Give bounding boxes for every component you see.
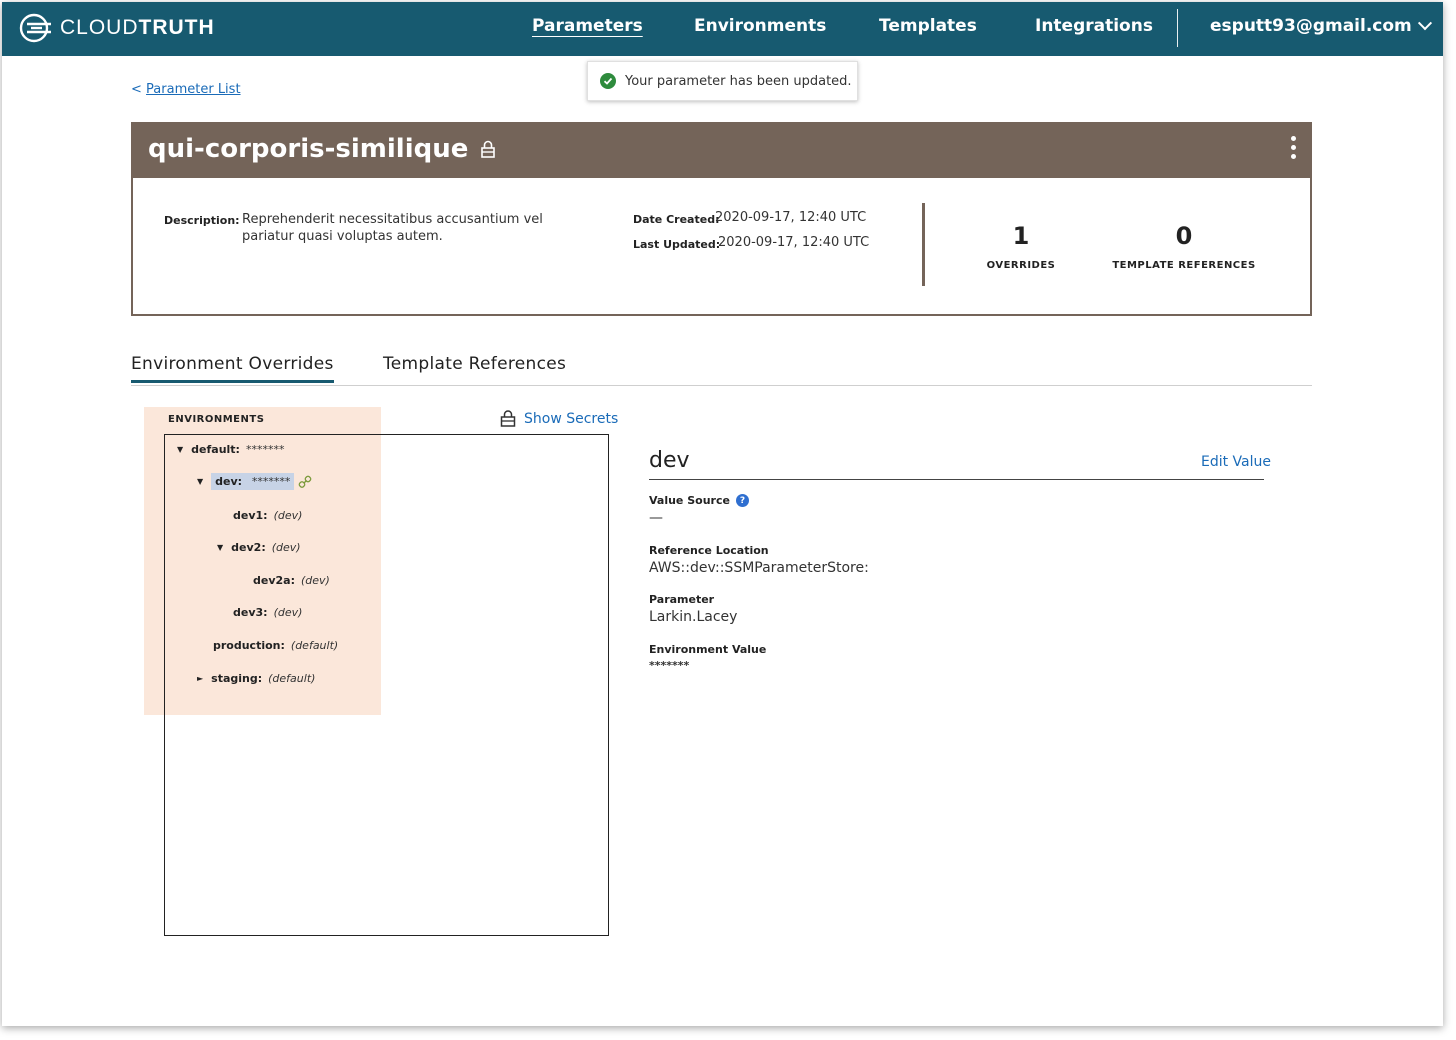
tree-item-dev1[interactable]: dev1: (dev) [233, 509, 302, 522]
selected-env-label: dev: ******* [211, 473, 295, 490]
link-icon [299, 475, 312, 488]
nav-integrations[interactable]: Integrations [1035, 16, 1153, 36]
caret-down-icon[interactable]: ▼ [217, 543, 223, 552]
logo[interactable]: CLOUDTRUTH [18, 10, 215, 46]
value-source-value: — [649, 510, 663, 526]
template-refs-count: 0 [1175, 222, 1193, 250]
toast-message: Your parameter has been updated. [625, 73, 852, 89]
tree-item-dev[interactable]: ▼ dev: ******* [197, 473, 312, 490]
logo-text: CLOUDTRUTH [60, 16, 215, 40]
tree-item-default[interactable]: ▼ default: ******* [177, 443, 284, 456]
env-name: dev1: [233, 509, 268, 522]
tree-item-dev3[interactable]: dev3: (dev) [233, 606, 302, 619]
env-value: (dev) [273, 509, 303, 522]
user-menu[interactable]: esputt93@gmail.com [1210, 16, 1432, 36]
breadcrumb: < Parameter List [131, 82, 241, 97]
parameter-name: qui-corporis-similique [148, 134, 469, 164]
more-options-icon[interactable] [1288, 136, 1298, 162]
caret-down-icon[interactable]: ▼ [197, 477, 203, 486]
description-label: Description: [164, 214, 240, 227]
value-source-label: Value Source ? [649, 494, 749, 507]
tree-item-dev2a[interactable]: dev2a: (dev) [253, 574, 330, 587]
env-name: dev: [215, 475, 243, 488]
tab-template-references[interactable]: Template References [383, 354, 566, 374]
success-toast: Your parameter has been updated. [587, 61, 858, 101]
env-value: (default) [268, 672, 316, 685]
env-name: default: [191, 443, 240, 456]
selected-environment-title: dev [649, 448, 690, 473]
user-email: esputt93@gmail.com [1210, 16, 1412, 36]
nav-divider [1177, 9, 1178, 47]
tree-item-staging[interactable]: ► staging: (default) [197, 672, 315, 685]
caret-right-icon[interactable]: ► [197, 674, 203, 683]
nav-templates[interactable]: Templates [879, 16, 977, 36]
env-name: staging: [211, 672, 263, 685]
tree-item-production[interactable]: production: (default) [213, 639, 338, 652]
environment-tree [164, 434, 609, 936]
env-name: dev2: [231, 541, 266, 554]
overrides-label: OVERRIDES [986, 260, 1056, 271]
env-value: (dev) [273, 606, 303, 619]
tabs-underline [131, 385, 1312, 386]
env-value: (dev) [271, 541, 301, 554]
back-arrow: < [131, 82, 142, 97]
lock-icon [481, 140, 496, 158]
caret-down-icon[interactable]: ▼ [177, 445, 183, 454]
env-name: production: [213, 639, 285, 652]
env-name: dev2a: [253, 574, 295, 587]
parameter-value: Larkin.Lacey [649, 609, 738, 625]
last-updated-label: Last Updated: [633, 238, 721, 251]
env-name: dev3: [233, 606, 268, 619]
nav-parameters[interactable]: Parameters [532, 16, 643, 36]
environment-value-label: Environment Value [649, 643, 767, 656]
last-updated-value: 2020-09-17, 12:40 UTC [718, 235, 870, 250]
app-window: CLOUDTRUTH Parameters Environments Templ… [2, 2, 1443, 1026]
value-source-label-text: Value Source [649, 494, 730, 507]
env-value: (default) [290, 639, 339, 652]
environment-value: ******* [649, 659, 690, 672]
edit-value-button[interactable]: Edit Value [1201, 454, 1271, 470]
lock-icon [500, 410, 516, 427]
cloudtruth-logo-icon [19, 13, 51, 43]
nav-environments[interactable]: Environments [694, 16, 826, 36]
reference-location-label: Reference Location [649, 544, 769, 557]
top-nav: CLOUDTRUTH Parameters Environments Templ… [2, 2, 1443, 56]
env-value: ******* [251, 475, 291, 488]
tree-item-dev2[interactable]: ▼ dev2: (dev) [217, 541, 301, 554]
parameter-label: Parameter [649, 593, 715, 606]
date-created-value: 2020-09-17, 12:40 UTC [715, 210, 867, 225]
env-value: ******* [245, 443, 285, 456]
parameter-summary: Description: Reprehenderit necessitatibu… [131, 178, 1312, 316]
show-secrets-button[interactable]: Show Secrets [500, 410, 618, 427]
reference-location-value: AWS::dev::SSMParameterStore: [649, 560, 869, 576]
page-title: qui-corporis-similique [148, 134, 496, 164]
parameter-header: qui-corporis-similique [131, 122, 1312, 178]
detail-divider [649, 479, 1264, 480]
tab-environment-overrides[interactable]: Environment Overrides [131, 354, 334, 383]
template-refs-label: TEMPLATE REFERENCES [1112, 260, 1256, 271]
date-created-label: Date Created: [633, 213, 720, 226]
description-text: Reprehenderit necessitatibus accusantium… [242, 212, 543, 244]
env-value: (dev) [300, 574, 330, 587]
environments-heading: ENVIRONMENTS [168, 414, 265, 425]
chevron-down-icon [1417, 16, 1432, 31]
parameter-list-link[interactable]: Parameter List [146, 82, 241, 97]
check-circle-icon [600, 73, 616, 89]
help-icon[interactable]: ? [735, 494, 749, 507]
summary-divider [922, 203, 925, 286]
logo-text-light: CLOUD [60, 16, 139, 39]
logo-text-bold: TRUTH [138, 16, 215, 39]
show-secrets-label: Show Secrets [524, 410, 619, 427]
overrides-count: 1 [1012, 222, 1030, 250]
